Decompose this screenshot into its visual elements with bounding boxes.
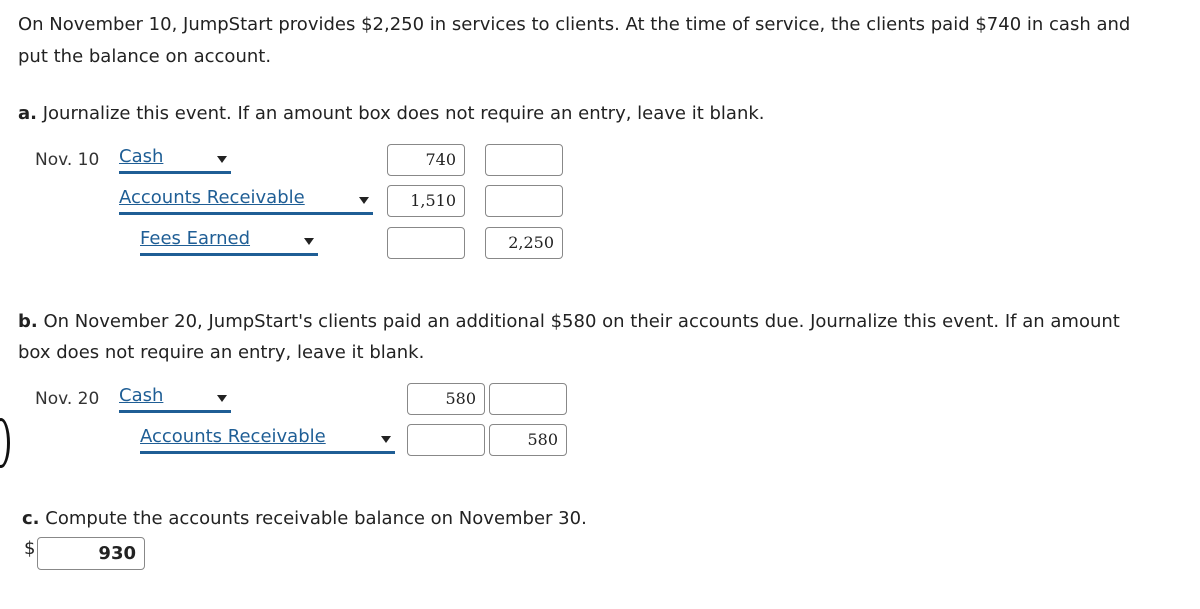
credit-input[interactable]: 580 [489, 424, 567, 456]
account-select-accounts-receivable[interactable]: Accounts Receivable [140, 426, 395, 454]
credit-input[interactable] [485, 185, 563, 217]
date-nov-20: Nov. 20 [35, 389, 100, 409]
debit-input[interactable] [387, 227, 465, 259]
chevron-down-icon [304, 238, 314, 245]
chevron-down-icon [217, 395, 227, 402]
debit-input[interactable]: 740 [387, 144, 465, 176]
chevron-down-icon [359, 197, 369, 204]
intro-line-2: put the balance on account. [18, 46, 272, 67]
account-select-accounts-receivable[interactable]: Accounts Receivable [119, 187, 373, 215]
date-nov-10: Nov. 10 [35, 150, 100, 170]
ar-balance-input[interactable]: 930 [37, 537, 145, 570]
chevron-down-icon [217, 156, 227, 163]
debit-input[interactable]: 580 [407, 383, 485, 415]
debit-input[interactable] [407, 424, 485, 456]
page-edge-decoration [0, 418, 10, 468]
chevron-down-icon [381, 436, 391, 443]
credit-input[interactable] [485, 144, 563, 176]
part-c-instruction: c. Compute the accounts receivable balan… [22, 508, 587, 529]
debit-input[interactable]: 1,510 [387, 185, 465, 217]
account-select-cash[interactable]: Cash [119, 146, 231, 174]
intro-line-1: On November 10, JumpStart provides $2,25… [18, 14, 1131, 35]
part-a-instruction: a. Journalize this event. If an amount b… [18, 103, 765, 124]
credit-input[interactable]: 2,250 [485, 227, 563, 259]
currency-symbol: $ [24, 538, 36, 559]
part-b-instruction-2: box does not require an entry, leave it … [18, 342, 425, 363]
part-b-instruction-1: b. On November 20, JumpStart's clients p… [18, 311, 1120, 332]
account-select-cash[interactable]: Cash [119, 385, 231, 413]
account-select-fees-earned[interactable]: Fees Earned [140, 228, 318, 256]
credit-input[interactable] [489, 383, 567, 415]
